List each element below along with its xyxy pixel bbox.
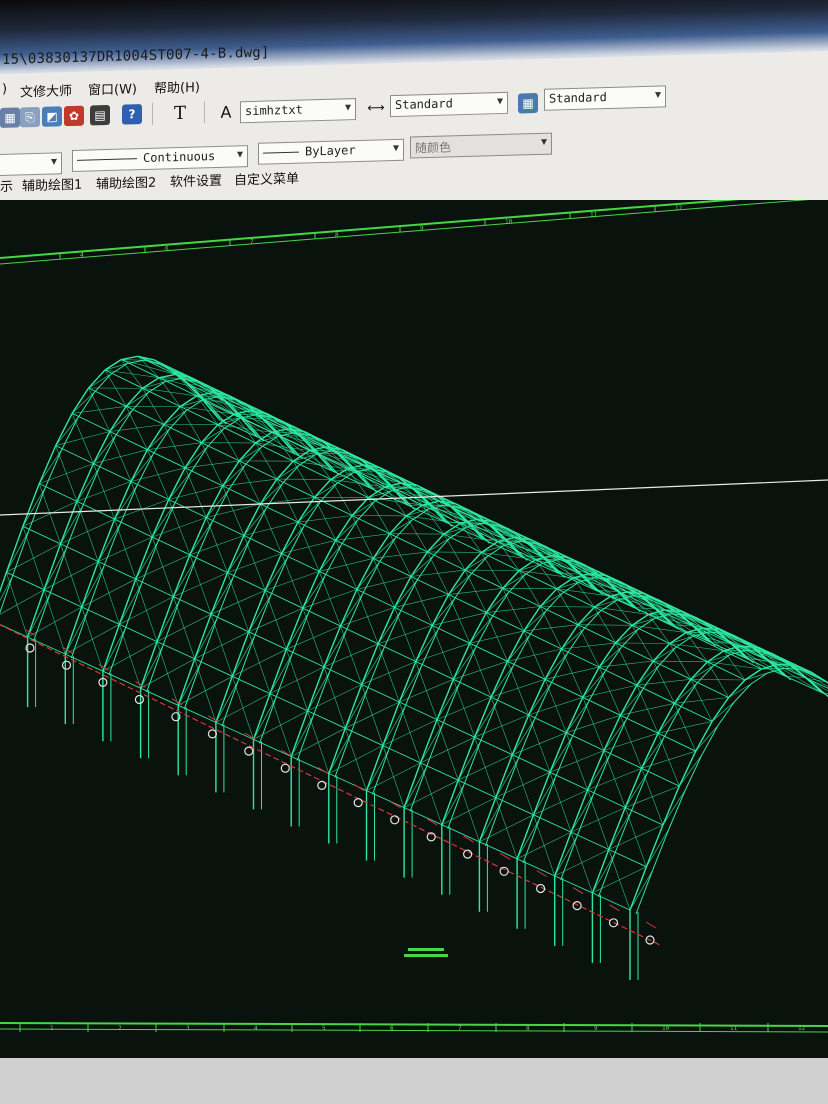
text-icon[interactable]: T — [170, 102, 190, 123]
menu-item-wenxiu[interactable]: 文修大师 — [20, 80, 72, 100]
ruler-number: 12 — [675, 205, 683, 212]
grid-bubble — [134, 694, 144, 705]
truss-frame — [591, 645, 828, 963]
lineweight-preview — [263, 151, 299, 154]
drawing-caption-mark — [404, 954, 448, 957]
ruler-number: 10 — [505, 218, 513, 225]
toolbar-area: ) 文修大师 窗口(W) 帮助(H) ▦ ⎘ ◩ ✿ ▤ ? T A simhz… — [0, 50, 828, 226]
truss-structure — [0, 355, 828, 980]
block-icon[interactable]: ◩ — [42, 106, 62, 127]
drawing-canvas[interactable]: 4 6 7 8 9 10 11 12 1 2 3 4 5 6 7 8 9 10 11 12 — [0, 200, 828, 1060]
grid-bubble — [317, 780, 327, 791]
cad-screen: 15\03830137DR1004ST007-4-B.dwg] ) 文修大师 窗… — [0, 0, 828, 1104]
window-title: 15\03830137DR1004ST007-4-B.dwg] — [2, 44, 270, 68]
menu-item-window[interactable]: 窗口(W) — [88, 78, 137, 98]
truss-frame — [64, 391, 302, 725]
truss-frame — [328, 518, 566, 844]
ruler-number: 9 — [594, 1025, 598, 1032]
dim-style-select[interactable]: Standard ▼ — [390, 91, 508, 118]
table-style-icon[interactable]: ▦ — [518, 92, 538, 114]
grid-bubble — [572, 900, 582, 911]
ruler-number: 1 — [50, 1025, 54, 1032]
ruler-number: 8 — [335, 232, 339, 239]
truss-wireframe: 467891011121 2 3 4 5 6 7 8 9 10 11 12 — [0, 200, 828, 1033]
image-icon[interactable]: ✿ — [64, 105, 84, 127]
grid-bubble — [390, 815, 400, 825]
linetype-preview — [77, 158, 137, 161]
dim-style-icon[interactable]: ⟷ — [366, 97, 386, 118]
truss-frame — [478, 591, 716, 912]
grid-bubble — [463, 849, 473, 859]
truss-frame — [629, 663, 828, 980]
lineweight-value: ByLayer — [305, 143, 356, 159]
ruler-number: 10 — [662, 1025, 670, 1032]
truss-frame — [516, 609, 754, 929]
hatch-icon[interactable]: ▦ — [0, 107, 20, 128]
ruler-number: 11 — [590, 212, 598, 219]
chevron-down-icon: ▼ — [344, 102, 351, 114]
tab-software-settings[interactable]: 软件设置 — [170, 170, 222, 190]
text-style-select[interactable]: simhztxt ▼ — [240, 98, 356, 124]
grid-bubble — [499, 866, 509, 876]
truss-frame — [252, 482, 490, 810]
ruler-number: 5 — [322, 1025, 326, 1032]
dim-style-value: Standard — [395, 96, 453, 112]
table-style-select[interactable]: Standard ▼ — [544, 85, 666, 111]
tab-custom-menu[interactable]: 自定义菜单 — [234, 168, 299, 189]
tab-show[interactable]: 示 — [0, 176, 13, 195]
ruler-number: 7 — [250, 239, 254, 246]
ruler-number: 4 — [80, 252, 84, 259]
menu-item-prev[interactable]: ) — [2, 82, 7, 97]
chevron-down-icon: ▼ — [654, 89, 661, 101]
truss-frame — [554, 627, 792, 946]
plot-style-value: 随颜色 — [415, 140, 452, 156]
ruler-number: 7 — [458, 1025, 462, 1032]
ruler-number: 8 — [526, 1025, 530, 1032]
chevron-down-icon: ▼ — [540, 136, 547, 148]
text-style-value: simhztxt — [245, 102, 303, 119]
help-icon[interactable]: ? — [122, 104, 142, 125]
table-style-value: Standard — [549, 90, 607, 106]
ruler-number: 2 — [118, 1025, 122, 1032]
truss-frame — [290, 500, 528, 827]
ruler-number: 4 — [254, 1025, 258, 1032]
calculator-icon[interactable]: ▤ — [90, 104, 110, 126]
text-style-icon[interactable]: A — [216, 101, 236, 122]
grid-bubble — [61, 660, 72, 670]
status-bar — [0, 1058, 828, 1104]
tab-aux-draw-2[interactable]: 辅助绘图2 — [96, 172, 156, 193]
paste-icon[interactable]: ⎘ — [20, 106, 40, 128]
ruler-number: 6 — [165, 245, 169, 252]
tab-aux-draw-1[interactable]: 辅助绘图1 — [22, 174, 82, 195]
linetype-value: Continuous — [143, 148, 216, 166]
ruler-number: 9 — [420, 225, 424, 232]
ruler-number: 12 — [798, 1025, 806, 1032]
chevron-down-icon: ▼ — [50, 156, 57, 168]
chevron-down-icon: ▼ — [496, 95, 503, 108]
grid-bubble — [353, 797, 363, 808]
truss-frame — [26, 373, 264, 708]
menu-item-help[interactable]: 帮助(H) — [154, 76, 200, 96]
grid-bubble — [244, 746, 254, 756]
drawing-caption-mark — [408, 948, 444, 951]
ruler-number: 11 — [730, 1025, 738, 1032]
chevron-down-icon: ▼ — [236, 149, 243, 161]
ruler-number: 6 — [390, 1025, 394, 1032]
grid-bubble — [280, 763, 290, 773]
chevron-down-icon: ▼ — [392, 142, 399, 155]
ruler-number: 3 — [186, 1025, 190, 1032]
